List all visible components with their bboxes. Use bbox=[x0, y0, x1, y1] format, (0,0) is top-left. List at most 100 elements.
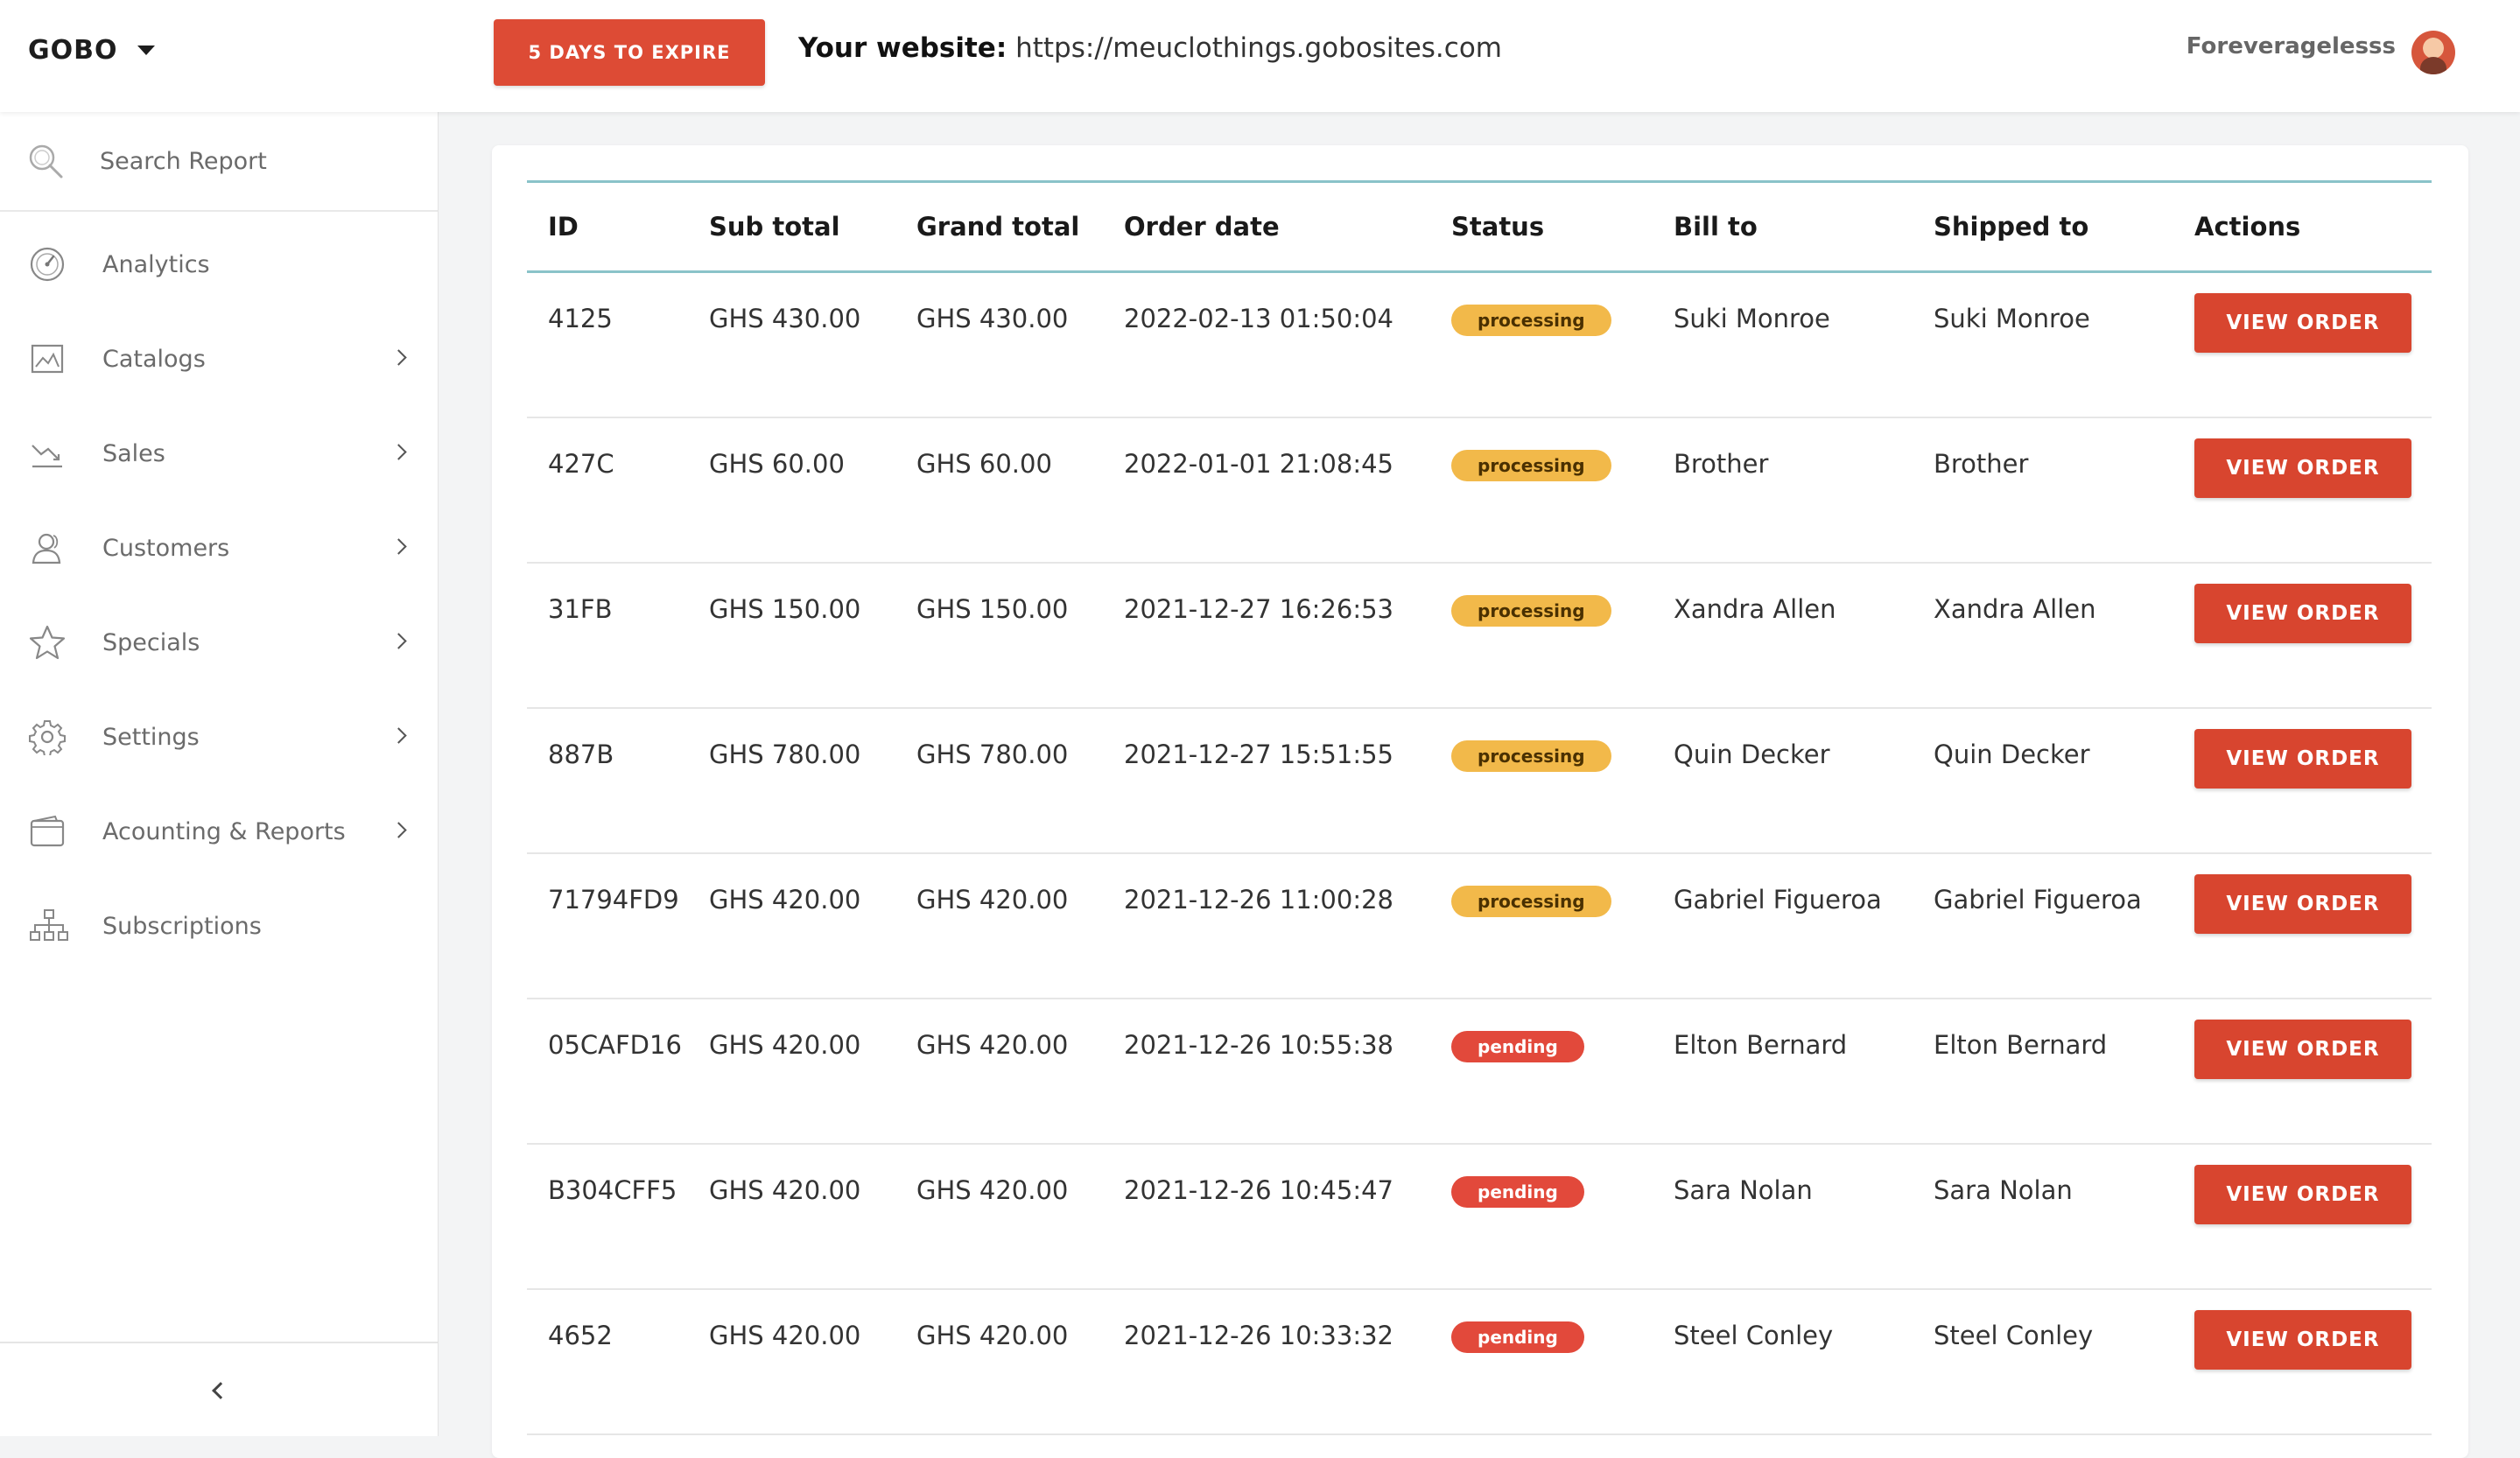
order-id-cell: 4125 bbox=[527, 271, 688, 418]
sub-total-cell: GHS 420.00 bbox=[688, 1144, 895, 1290]
order-date-cell: 2021-12-26 10:45:47 bbox=[1103, 1144, 1430, 1290]
image-icon bbox=[29, 340, 66, 377]
user-menu[interactable]: Foreveragelesss bbox=[2187, 26, 2455, 79]
column-header-id[interactable]: ID bbox=[527, 182, 688, 272]
status-cell: pending bbox=[1430, 1289, 1653, 1435]
column-header-bill-to[interactable]: Bill to bbox=[1653, 182, 1913, 272]
order-date: 2022-01-01 21:08:45 bbox=[1124, 449, 1393, 479]
order-date-cell: 2021-12-27 16:26:53 bbox=[1103, 563, 1430, 709]
shipped-to-cell: Gabriel Figueroa bbox=[1913, 853, 2173, 999]
shipped-to-cell: Quin Decker bbox=[1913, 708, 2173, 854]
grand-total-cell: GHS 150.00 bbox=[895, 563, 1103, 709]
sidebar-item-accounting-reports[interactable]: Acounting & Reports bbox=[0, 784, 438, 879]
avatar[interactable] bbox=[2411, 31, 2455, 74]
bill-to-cell: Xandra Allen bbox=[1653, 563, 1913, 709]
view-order-button[interactable]: VIEW ORDER bbox=[2194, 1020, 2411, 1079]
sidebar-item-catalogs[interactable]: Catalogs bbox=[0, 312, 438, 406]
sidebar-item-analytics[interactable]: Analytics bbox=[0, 217, 438, 312]
status-badge: processing bbox=[1451, 886, 1611, 917]
view-order-button[interactable]: VIEW ORDER bbox=[2194, 438, 2411, 498]
sidebar-item-sales[interactable]: Sales bbox=[0, 406, 438, 501]
order-date-cell: 2021-12-27 15:51:55 bbox=[1103, 708, 1430, 854]
users-icon bbox=[29, 529, 66, 566]
expire-button[interactable]: 5 DAYS TO EXPIRE bbox=[494, 19, 765, 86]
shipped-to: Gabriel Figueroa bbox=[1934, 885, 2142, 915]
chevron-right-icon bbox=[390, 349, 407, 366]
view-order-button[interactable]: VIEW ORDER bbox=[2194, 1165, 2411, 1224]
grand-total: GHS 430.00 bbox=[916, 304, 1069, 333]
status-badge: pending bbox=[1451, 1321, 1584, 1353]
sub-total-cell: GHS 420.00 bbox=[688, 853, 895, 999]
order-id: 31FB bbox=[548, 594, 613, 624]
sidebar-item-label: Customers bbox=[102, 534, 230, 562]
bill-to: Brother bbox=[1674, 449, 1769, 479]
trending-down-icon bbox=[29, 435, 66, 472]
table-row: 4125 GHS 430.00 GHS 430.00 2022-02-13 01:50… bbox=[527, 271, 2432, 418]
order-date-cell: 2021-12-26 10:33:32 bbox=[1103, 1289, 1430, 1435]
status-cell: processing bbox=[1430, 271, 1653, 418]
table-row: 887B GHS 780.00 GHS 780.00 2021-12-27 15:51… bbox=[527, 708, 2432, 854]
order-id-cell: 887B bbox=[527, 708, 688, 854]
chevron-right-icon bbox=[390, 727, 407, 744]
sub-total-cell: GHS 420.00 bbox=[688, 999, 895, 1145]
website-url[interactable]: https://meuclothings.gobosites.com bbox=[1015, 32, 1502, 64]
actions-cell: VIEW ORDER bbox=[2173, 1144, 2432, 1290]
actions-cell: VIEW ORDER bbox=[2173, 999, 2432, 1145]
grand-total: GHS 420.00 bbox=[916, 1175, 1069, 1205]
bill-to: Xandra Allen bbox=[1674, 594, 1836, 624]
shipped-to: Elton Bernard bbox=[1934, 1030, 2108, 1060]
sub-total: GHS 420.00 bbox=[709, 885, 861, 915]
sub-total-cell: GHS 60.00 bbox=[688, 417, 895, 564]
column-header-grand-total[interactable]: Grand total bbox=[895, 182, 1103, 272]
order-id: B304CFF5 bbox=[548, 1175, 677, 1205]
grand-total: GHS 150.00 bbox=[916, 594, 1069, 624]
caret-down-icon bbox=[137, 45, 155, 55]
grand-total: GHS 420.00 bbox=[916, 885, 1069, 915]
status-cell: pending bbox=[1430, 1144, 1653, 1290]
status-badge: processing bbox=[1451, 305, 1611, 336]
view-order-button[interactable]: VIEW ORDER bbox=[2194, 729, 2411, 789]
status-cell: processing bbox=[1430, 708, 1653, 854]
order-id-cell: 31FB bbox=[527, 563, 688, 709]
orders-card: ID Sub total Grand total Order date Stat… bbox=[492, 145, 2468, 1458]
sub-total: GHS 780.00 bbox=[709, 740, 861, 769]
column-header-sub-total[interactable]: Sub total bbox=[688, 182, 895, 272]
table-row: 427C GHS 60.00 GHS 60.00 2022-01-01 21:08:4… bbox=[527, 417, 2432, 564]
table-row: 71794FD9 GHS 420.00 GHS 420.00 2021-12-26 1… bbox=[527, 853, 2432, 999]
gear-icon bbox=[29, 718, 66, 755]
column-header-shipped-to[interactable]: Shipped to bbox=[1913, 182, 2173, 272]
actions-cell: VIEW ORDER bbox=[2173, 1289, 2432, 1435]
sub-total-cell: GHS 420.00 bbox=[688, 1289, 895, 1435]
grand-total-cell: GHS 420.00 bbox=[895, 999, 1103, 1145]
view-order-button[interactable]: VIEW ORDER bbox=[2194, 1310, 2411, 1370]
status-cell: processing bbox=[1430, 417, 1653, 564]
search-report[interactable]: Search Report bbox=[0, 112, 438, 212]
sidebar-item-customers[interactable]: Customers bbox=[0, 501, 438, 595]
bill-to: Elton Bernard bbox=[1674, 1030, 1848, 1060]
view-order-button[interactable]: VIEW ORDER bbox=[2194, 874, 2411, 934]
status-badge: processing bbox=[1451, 450, 1611, 481]
status-cell: processing bbox=[1430, 563, 1653, 709]
sidebar-item-specials[interactable]: Specials bbox=[0, 595, 438, 690]
status-badge: pending bbox=[1451, 1176, 1584, 1208]
collapse-sidebar-icon[interactable] bbox=[201, 1372, 236, 1407]
column-header-status[interactable]: Status bbox=[1430, 182, 1653, 272]
sitemap-icon bbox=[29, 908, 68, 944]
orders-table: ID Sub total Grand total Order date Stat… bbox=[527, 180, 2432, 1435]
chevron-right-icon bbox=[390, 633, 407, 649]
order-id: 4125 bbox=[548, 304, 613, 333]
view-order-button[interactable]: VIEW ORDER bbox=[2194, 293, 2411, 353]
status-badge: pending bbox=[1451, 1031, 1584, 1062]
grand-total: GHS 60.00 bbox=[916, 449, 1052, 479]
brand-menu[interactable]: GOBO bbox=[28, 32, 155, 68]
chevron-right-icon bbox=[390, 822, 407, 838]
column-header-order-date[interactable]: Order date bbox=[1103, 182, 1430, 272]
sidebar-item-settings[interactable]: Settings bbox=[0, 690, 438, 784]
order-id-cell: 4652 bbox=[527, 1289, 688, 1435]
sidebar-item-subscriptions[interactable]: Subscriptions bbox=[0, 879, 438, 973]
sidebar-item-label: Subscriptions bbox=[102, 912, 262, 940]
order-id: 71794FD9 bbox=[548, 885, 679, 915]
sub-total-cell: GHS 150.00 bbox=[688, 563, 895, 709]
order-date: 2021-12-26 10:55:38 bbox=[1124, 1030, 1393, 1060]
view-order-button[interactable]: VIEW ORDER bbox=[2194, 584, 2411, 643]
